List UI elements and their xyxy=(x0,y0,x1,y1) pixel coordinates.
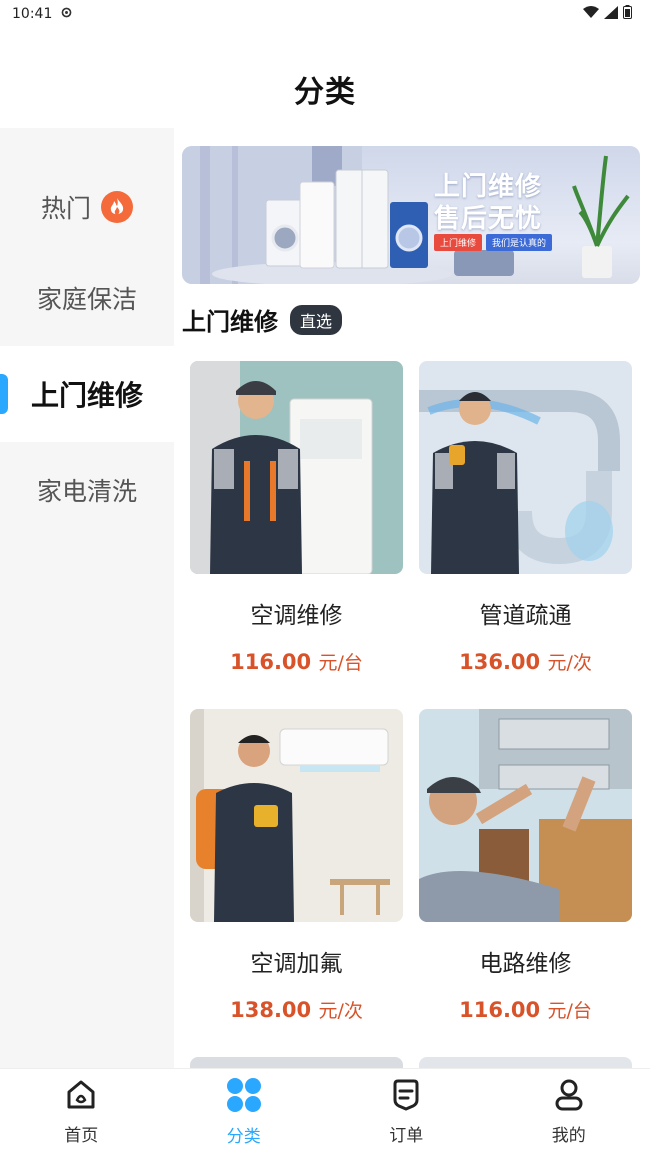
sidebar-item-hot[interactable]: 热门 xyxy=(0,128,174,250)
banner-tag-repair: 上门维修 xyxy=(434,234,483,251)
product-photo xyxy=(190,361,403,574)
promo-banner[interactable]: 上门维修 售后无忧 上门维修 我们是认真的 xyxy=(182,146,640,284)
price-value: 116.00 xyxy=(459,998,541,1022)
section-header: 上门维修 直选 xyxy=(182,302,343,337)
product-photo xyxy=(190,1057,403,1068)
profile-icon xyxy=(552,1078,586,1117)
banner-appliances-illustration xyxy=(182,146,630,284)
product-photo xyxy=(419,361,632,574)
sidebar-item-label: 家电清洗 xyxy=(36,477,137,506)
product-name: 空调加氟 xyxy=(250,951,343,977)
status-bar: 10:41 xyxy=(0,0,650,28)
product-grid: 空调维修 116.00 元/台 管道疏通 136.00 元/次 空调加氟 138… xyxy=(190,361,634,1068)
product-photo xyxy=(419,709,632,922)
category-icon xyxy=(226,1077,262,1118)
product-price: 138.00 元/次 xyxy=(190,996,403,1023)
status-time: 10:41 xyxy=(12,6,53,22)
wifi-icon xyxy=(583,5,599,23)
bottom-tab-bar: 首页 分类 订单 我的 xyxy=(0,1068,650,1155)
category-sidebar: 热门 家庭保洁 上门维修 家电清洗 xyxy=(0,128,174,1068)
tab-label: 首页 xyxy=(64,1126,99,1146)
settings-gear-icon xyxy=(60,6,73,23)
sidebar-item-appliance-cleaning[interactable]: 家电清洗 xyxy=(0,442,174,538)
sidebar-item-home-cleaning[interactable]: 家庭保洁 xyxy=(0,250,174,346)
price-unit: 元/台 xyxy=(318,652,363,674)
tab-category[interactable]: 分类 xyxy=(163,1069,326,1155)
order-icon xyxy=(389,1078,423,1117)
banner-tag-slogan: 我们是认真的 xyxy=(486,234,553,251)
product-card-partial[interactable] xyxy=(419,1057,632,1068)
product-card-ac-repair[interactable]: 空调维修 116.00 元/台 xyxy=(190,361,403,709)
banner-subheadline: 售后无忧 xyxy=(434,204,543,234)
tab-home[interactable]: 首页 xyxy=(0,1069,163,1155)
price-value: 136.00 xyxy=(459,650,541,674)
product-name: 空调维修 xyxy=(250,603,343,629)
sidebar-item-label: 家庭保洁 xyxy=(36,285,137,314)
product-card-ac-refrigerant[interactable]: 空调加氟 138.00 元/次 xyxy=(190,709,403,1057)
price-value: 138.00 xyxy=(230,998,312,1022)
tab-label: 分类 xyxy=(226,1127,261,1147)
tab-orders[interactable]: 订单 xyxy=(325,1069,488,1155)
page-title: 分类 xyxy=(294,75,356,110)
home-icon xyxy=(64,1078,98,1117)
product-name: 管道疏通 xyxy=(479,603,572,629)
sidebar-item-label: 上门维修 xyxy=(30,379,143,412)
signal-icon xyxy=(604,5,618,23)
product-name: 电路维修 xyxy=(479,951,572,977)
page-header: 分类 xyxy=(0,28,650,128)
product-card-circuit-repair[interactable]: 电路维修 116.00 元/台 xyxy=(419,709,632,1057)
section-title: 上门维修 xyxy=(182,308,278,336)
tab-label: 订单 xyxy=(389,1126,424,1146)
sidebar-item-home-repair[interactable]: 上门维修 xyxy=(0,346,174,442)
product-price: 116.00 元/台 xyxy=(419,996,632,1023)
price-value: 116.00 xyxy=(230,650,312,674)
tab-label: 我的 xyxy=(551,1126,586,1146)
price-unit: 元/次 xyxy=(547,652,592,674)
battery-icon xyxy=(623,5,632,23)
price-unit: 元/次 xyxy=(318,1000,363,1022)
category-content: 上门维修 售后无忧 上门维修 我们是认真的 上门维修 直选 空调维修 116.0… xyxy=(174,128,650,1068)
fire-icon xyxy=(101,191,133,223)
tab-profile[interactable]: 我的 xyxy=(488,1069,650,1155)
product-price: 136.00 元/次 xyxy=(419,648,632,675)
product-card-pipe-unclog[interactable]: 管道疏通 136.00 元/次 xyxy=(419,361,632,709)
direct-select-badge: 直选 xyxy=(290,304,343,335)
product-card-partial[interactable] xyxy=(190,1057,403,1068)
product-photo xyxy=(419,1057,632,1068)
product-photo xyxy=(190,709,403,922)
sidebar-item-label: 热门 xyxy=(40,194,91,223)
price-unit: 元/台 xyxy=(547,1000,592,1022)
product-price: 116.00 元/台 xyxy=(190,648,403,675)
